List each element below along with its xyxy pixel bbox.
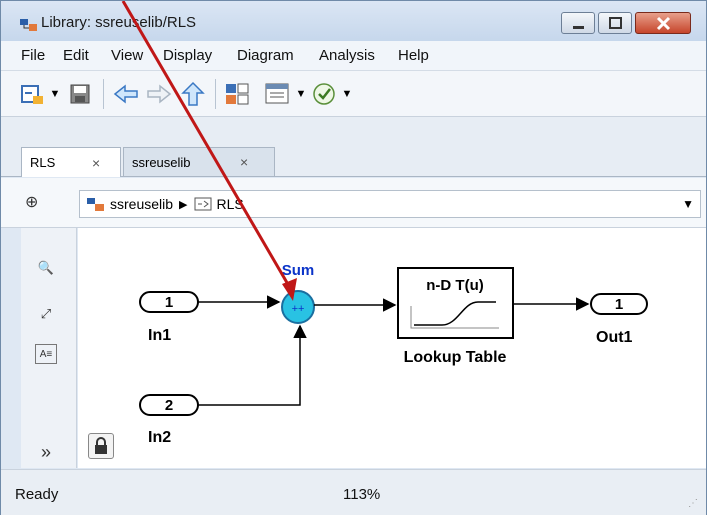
up-icon [181, 81, 205, 106]
tab-rls-close-icon[interactable]: × [92, 155, 100, 171]
check-icon [313, 83, 335, 105]
menu-diagram[interactable]: Diagram [237, 47, 294, 64]
forward-button[interactable] [144, 81, 174, 107]
expand-icon[interactable]: » [35, 442, 57, 462]
maximize-icon [609, 17, 622, 29]
zoom-in-icon[interactable]: 🔍 [35, 258, 57, 278]
simulink-library-window: Library: ssreuselib/RLS File Edit View D… [0, 0, 707, 515]
maximize-button[interactable] [598, 12, 632, 34]
window-title: Library: ssreuselib/RLS [41, 14, 197, 31]
tab-bar: RLS × ssreuselib × [1, 147, 706, 177]
library-icon [20, 19, 37, 31]
in1-block[interactable]: 1 In1 [139, 291, 199, 344]
menu-edit[interactable]: Edit [63, 47, 89, 64]
in2-port-number: 2 [165, 397, 173, 414]
tab-rls[interactable]: RLS × [21, 147, 121, 177]
lookup-title: n-D T(u) [426, 277, 483, 294]
out1-port-number: 1 [615, 296, 623, 313]
model-config-dropdown[interactable]: ▼ [295, 81, 307, 107]
sum-signs: ++ [292, 303, 305, 315]
tab-ssreuselib-close-icon[interactable]: × [240, 154, 248, 170]
status-bar: Ready 113% ⋰ [1, 469, 706, 515]
address-bar: ⊕ ssreuselib ▶ RLS ▼ [1, 178, 706, 228]
close-button[interactable] [635, 12, 691, 34]
menu-display[interactable]: Display [163, 47, 212, 64]
menu-bar: File Edit View Display Diagram Analysis … [1, 41, 706, 71]
library-icon [87, 198, 104, 211]
diagram-canvas: 1 In1 2 In2 Sum ++ n-D T(u) Lookup Table [78, 228, 706, 468]
sum-block[interactable]: Sum ++ [281, 262, 315, 324]
status-zoom: 113% [343, 486, 381, 503]
breadcrumb: ssreuselib ▶ RLS ▼ [79, 190, 701, 218]
tab-ssreuselib-label: ssreuselib [132, 154, 191, 170]
subsystem-icon [194, 197, 211, 211]
lock-icon [95, 437, 107, 454]
in2-block[interactable]: 2 In2 [139, 394, 199, 446]
check-dropdown[interactable]: ▼ [341, 81, 353, 107]
minimize-icon [573, 26, 584, 29]
new-model-button[interactable] [19, 81, 45, 107]
lookup-table-block[interactable]: n-D T(u) Lookup Table [397, 267, 514, 366]
menu-help[interactable]: Help [398, 47, 429, 64]
library-browser-button[interactable] [223, 81, 251, 107]
up-button[interactable] [179, 81, 207, 107]
hide-explorer-icon[interactable]: ⊕ [25, 192, 38, 212]
breadcrumb-root[interactable]: ssreuselib [110, 196, 173, 212]
menu-view[interactable]: View [111, 47, 143, 64]
tab-ssreuselib[interactable]: ssreuselib × [123, 147, 275, 177]
block-diagram: 1 In1 2 In2 Sum ++ n-D T(u) Lookup Table [139, 262, 648, 446]
breadcrumb-dropdown-icon[interactable]: ▼ [682, 197, 694, 211]
library-browser-icon [226, 83, 249, 105]
menu-file[interactable]: File [21, 47, 45, 64]
sum-label: Sum [282, 262, 315, 279]
breadcrumb-separator: ▶ [179, 198, 188, 211]
minimize-button[interactable] [561, 12, 595, 34]
lock-button[interactable] [88, 433, 114, 459]
model-config-icon [265, 83, 289, 104]
save-button[interactable] [67, 81, 93, 107]
toolbar-separator [215, 79, 216, 109]
left-palette: 🔍 ⤢ A≡ » [21, 228, 77, 468]
close-icon [656, 16, 671, 31]
in1-label: In1 [148, 327, 171, 344]
annotation-icon[interactable]: A≡ [35, 344, 57, 364]
status-ready: Ready [15, 486, 59, 503]
save-icon [70, 84, 90, 104]
model-config-button[interactable] [263, 81, 291, 107]
back-icon [113, 84, 138, 104]
tab-strip-spacer [1, 117, 706, 147]
breadcrumb-current[interactable]: RLS [217, 196, 244, 212]
signal-lines [198, 295, 590, 406]
toolbar: ▼ ▼ ▼ [1, 71, 706, 117]
resize-grip-icon[interactable]: ⋰ [688, 498, 698, 509]
forward-icon [147, 84, 172, 104]
check-button[interactable] [311, 81, 339, 107]
tab-rls-label: RLS [30, 155, 56, 170]
fit-view-icon[interactable]: ⤢ [35, 304, 57, 324]
in2-label: In2 [148, 429, 171, 446]
menu-analysis[interactable]: Analysis [319, 47, 375, 64]
title-bar: Library: ssreuselib/RLS [1, 1, 706, 41]
new-model-dropdown[interactable]: ▼ [49, 81, 61, 107]
lookup-label: Lookup Table [404, 349, 507, 366]
in1-port-number: 1 [165, 294, 173, 311]
out1-block[interactable]: 1 Out1 [590, 293, 648, 346]
out1-label: Out1 [596, 329, 633, 346]
new-model-icon [21, 85, 43, 104]
toolbar-separator [103, 79, 104, 109]
back-button[interactable] [111, 81, 141, 107]
